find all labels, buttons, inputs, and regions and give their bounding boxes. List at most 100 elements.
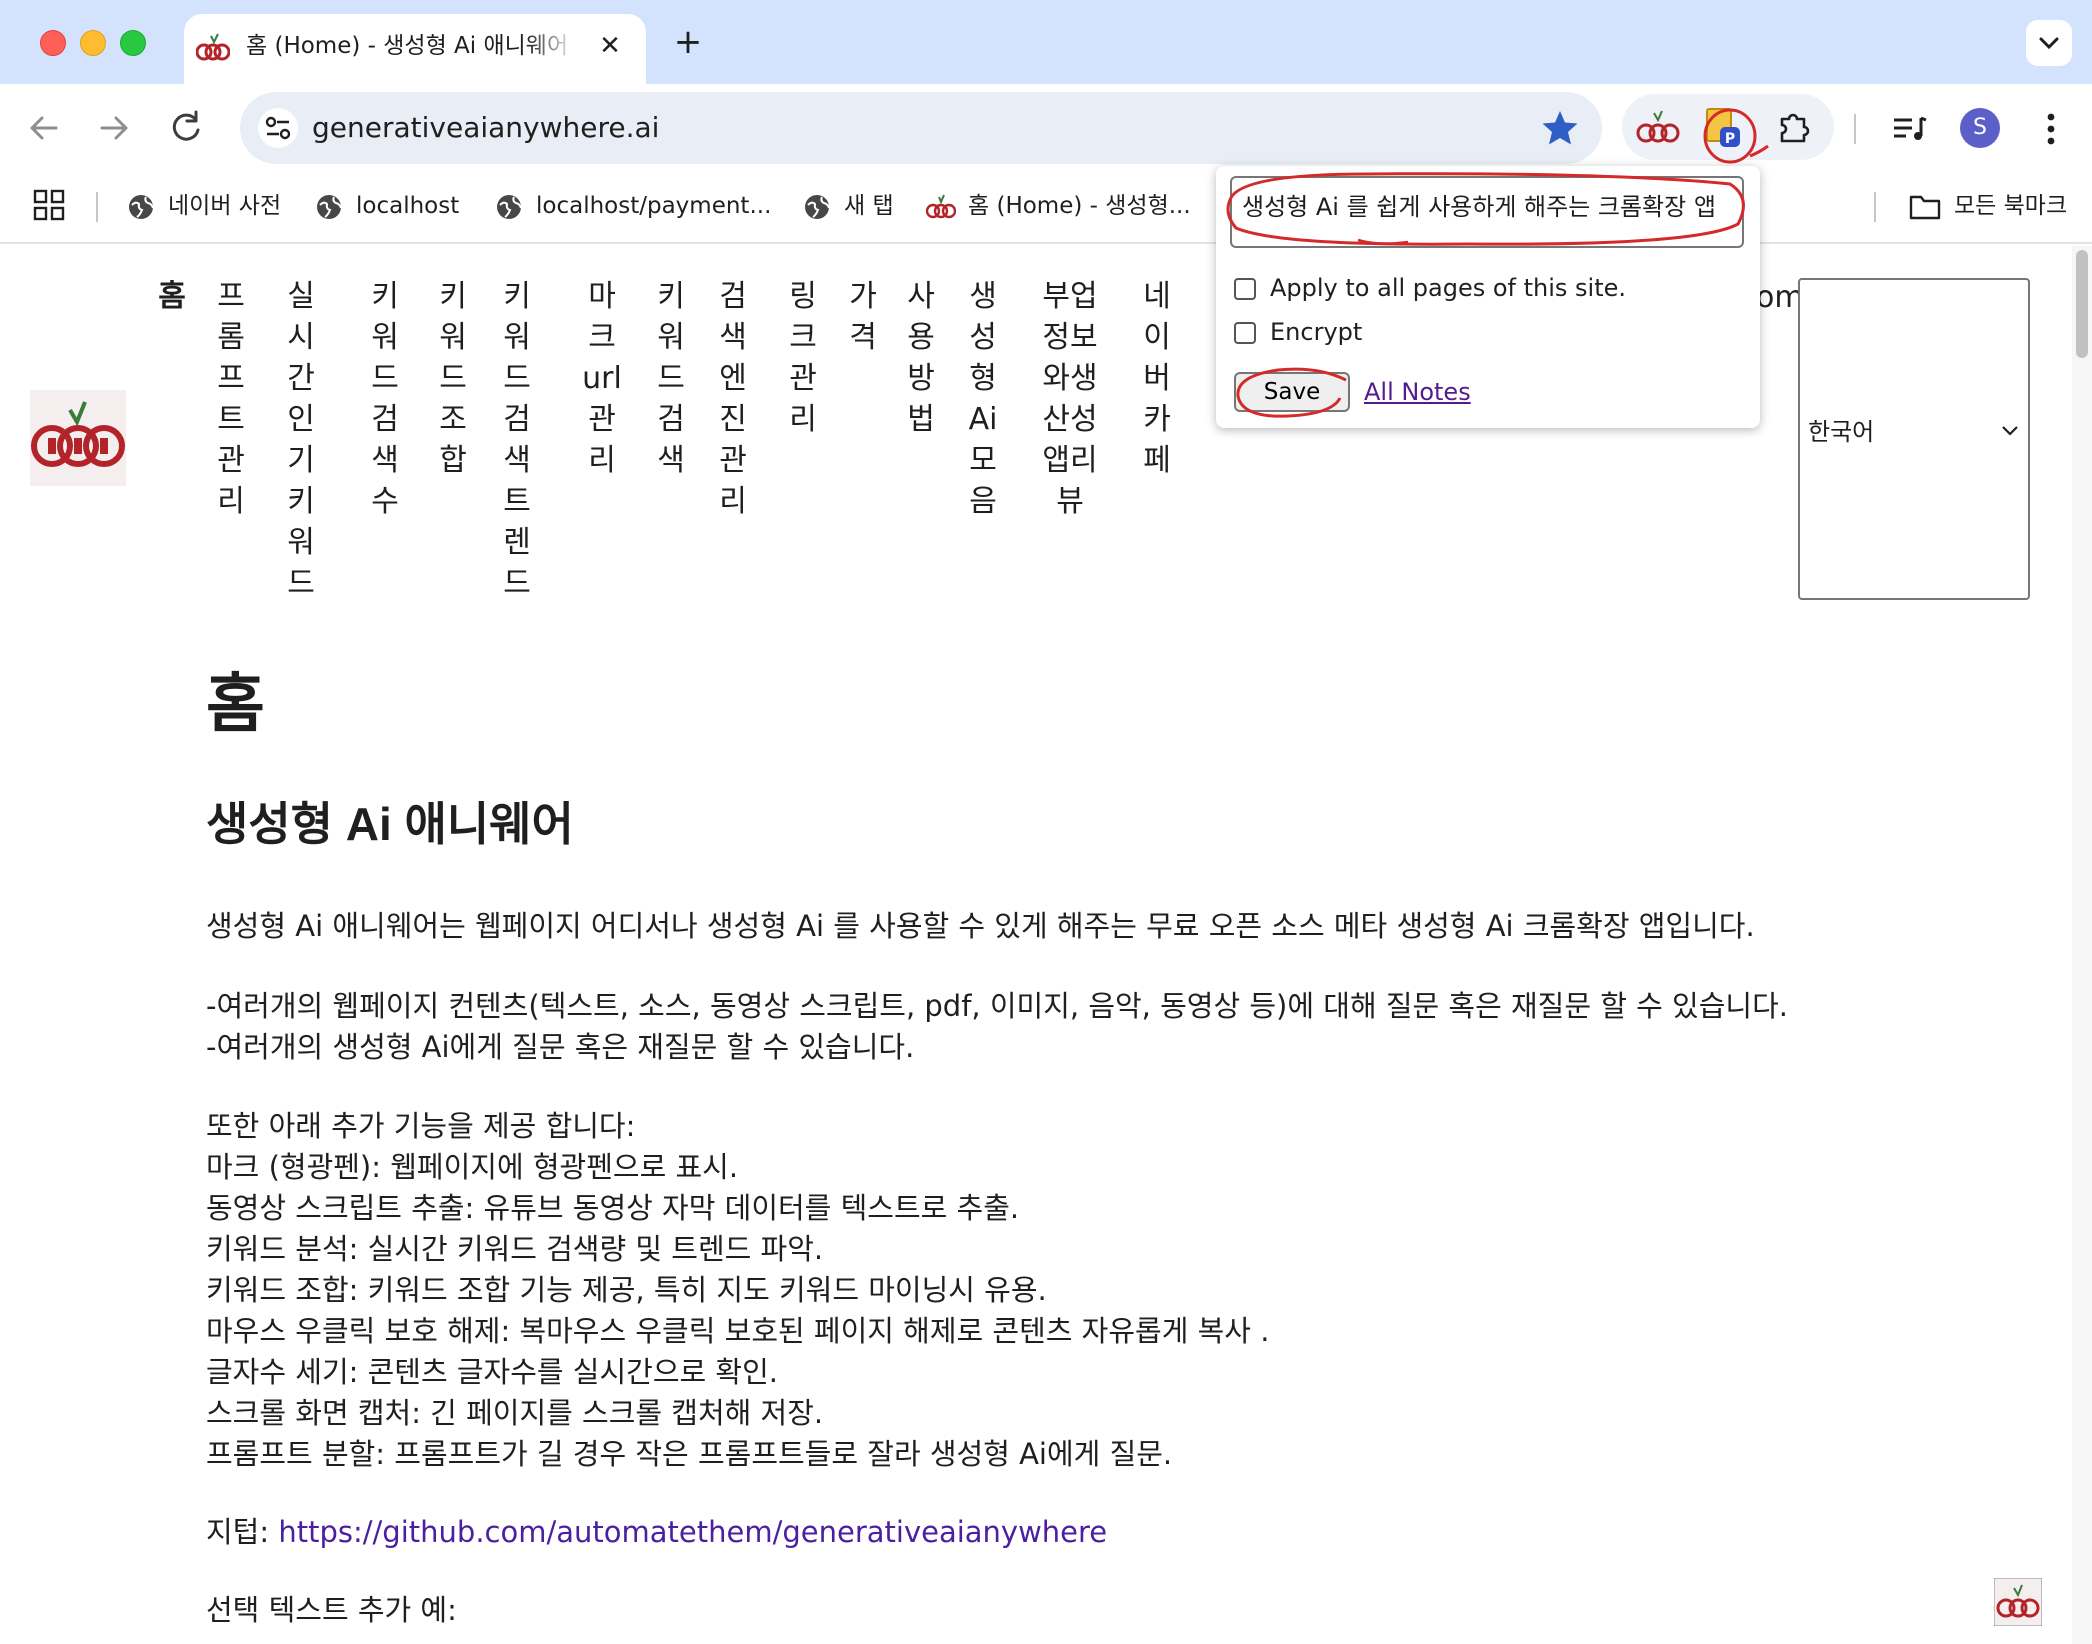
globe-icon (497, 194, 522, 219)
globe-icon (129, 194, 154, 219)
page-subtitle: 생성형 Ai 애니웨어 (206, 798, 574, 850)
profile-avatar[interactable]: S (1960, 108, 2000, 148)
note-input-value: 생성형 Ai 를 쉽게 사용하게 해주는 크롬확장 앱 (1242, 193, 1716, 221)
apply-all-checkbox[interactable] (1234, 278, 1256, 300)
nav-item-link-management[interactable]: 링크관리 (786, 276, 820, 440)
bookmark-item[interactable]: localhost (314, 186, 459, 226)
apply-all-label: Apply to all pages of this site. (1270, 274, 1627, 302)
save-button[interactable]: Save (1234, 372, 1350, 412)
close-icon[interactable]: ✕ (592, 28, 628, 64)
feature-item: 동영상 스크립트 추출: 유튜브 동영상 자막 데이터를 텍스트로 추출. (206, 1191, 1020, 1225)
new-tab-button[interactable]: + (668, 22, 708, 62)
page-content: 홈 프롬프트관리 실시간인기키워드 키워드검색수 키워드조합 키워드검색트렌드 … (0, 244, 2092, 1644)
nav-item-mark-url[interactable]: 마크url관리 (582, 276, 622, 481)
bullet-text: -여러개의 웹페이지 컨텐츠(텍스트, 소스, 동영상 스크립트, pdf, 이… (206, 989, 1788, 1023)
media-queue-icon[interactable] (1886, 106, 1932, 152)
puzzle-icon[interactable] (1772, 105, 1816, 149)
site-settings-icon[interactable] (258, 108, 298, 148)
bookmark-label: 홈 (Home) - 생성형... (968, 193, 1191, 219)
nav-item-naver-cafe[interactable]: 네이버카페 (1140, 276, 1174, 481)
nav-item-generative-ai-collection[interactable]: 생성형Ai모음 (966, 276, 1000, 522)
nav-item-side-job-reviews[interactable]: 부업정보와생산성앱리뷰 (1036, 276, 1104, 522)
tab-home[interactable]: 홈 (Home) - 생성형 Ai 애니웨어 ( ✕ (184, 14, 646, 86)
address-bar[interactable]: generativeaianywhere.ai (240, 92, 1602, 164)
all-notes-link[interactable]: All Notes (1364, 376, 1471, 408)
nav-item-keyword-search-count[interactable]: 키워드검색수 (368, 276, 402, 522)
forward-icon[interactable] (90, 104, 138, 152)
language-value: 한국어 (1808, 418, 1875, 446)
kebab-menu-icon[interactable] (2030, 106, 2072, 152)
globe-icon (805, 194, 830, 219)
scrollbar-thumb[interactable] (2076, 250, 2088, 358)
encrypt-label: Encrypt (1270, 318, 1363, 346)
minimize-window-button[interactable] (80, 30, 106, 56)
nav-item-home[interactable]: 홈 (152, 276, 192, 317)
feature-item: 마우스 우클릭 보호 해제: 복마우스 우클릭 보호된 페이지 해제로 콘텐츠 … (206, 1314, 1270, 1348)
nav-item-prompt-management[interactable]: 프롬프트관리 (214, 276, 248, 522)
svg-text:P: P (1725, 131, 1735, 147)
site-favicon-icon (926, 194, 956, 218)
bookmark-star-icon[interactable] (1538, 106, 1582, 150)
github-label: 지텁: (206, 1515, 279, 1549)
bookmarks-separator (96, 192, 98, 222)
bookmark-item[interactable]: 홈 (Home) - 생성형... (926, 186, 1191, 226)
feature-item: 글자수 세기: 콘텐츠 글자수를 실시간으로 확인. (206, 1355, 779, 1389)
feature-item: 키워드 조합: 키워드 조합 기능 제공, 특히 지도 키워드 마이닝시 유용. (206, 1273, 1047, 1307)
profile-initial: S (1973, 115, 1987, 140)
nav-item-keyword-trend[interactable]: 키워드검색트렌드 (500, 276, 534, 604)
site-favicon-icon (196, 33, 230, 61)
site-logo[interactable] (30, 390, 126, 486)
select-text-label: 선택 텍스트 추가 예: (206, 1593, 457, 1627)
feature-item: 프롬프트 분할: 프롬프트가 길 경우 작은 프롬프트들로 잘라 생성형 Ai에… (206, 1437, 1173, 1471)
encrypt-checkbox[interactable] (1234, 322, 1256, 344)
nav-item-keyword-search[interactable]: 키워드검색 (654, 276, 688, 481)
feature-item: 스크롤 화면 캡처: 긴 페이지를 스크롤 캡처해 저장. (206, 1396, 824, 1430)
nav-item-realtime-keywords[interactable]: 실시간인기키워드 (284, 276, 318, 604)
maximize-window-button[interactable] (120, 30, 146, 56)
tab-strip: 홈 (Home) - 생성형 Ai 애니웨어 ( ✕ + (0, 0, 2092, 86)
folder-icon (1909, 195, 1941, 219)
bookmark-label: localhost/payment... (536, 193, 772, 219)
page-scrollbar[interactable] (2072, 246, 2092, 1644)
bookmark-label: 새 탭 (844, 193, 894, 219)
toolbar-separator (1854, 114, 1856, 144)
notes-extension-icon[interactable]: P (1700, 105, 1744, 149)
nav-item-how-to-use[interactable]: 사용방법 (904, 276, 938, 440)
github-line: 지텁: https://github.com/automatethem/gene… (206, 1512, 1107, 1553)
browser-toolbar: generativeaianywhere.ai P S (0, 84, 2092, 172)
nav-item-search-engine[interactable]: 검색엔진관리 (716, 276, 750, 522)
github-link[interactable]: https://github.com/automatethem/generati… (278, 1515, 1107, 1549)
bookmarks-separator (1874, 192, 1876, 222)
bullet-text: -여러개의 생성형 Ai에게 질문 혹은 재질문 할 수 있습니다. (206, 1030, 915, 1064)
tab-title: 홈 (Home) - 생성형 Ai 애니웨어 ( (246, 33, 576, 59)
extensions-area: P (1622, 94, 1834, 160)
features-intro: 또한 아래 추가 기능을 제공 합니다: (206, 1109, 636, 1143)
all-bookmarks-button[interactable]: 모든 북마크 (1908, 186, 2067, 226)
language-select[interactable]: 한국어 (1798, 278, 2030, 600)
chevron-down-icon[interactable] (2026, 20, 2072, 66)
feature-item: 키워드 분석: 실시간 키워드 검색량 및 트렌드 파악. (206, 1232, 824, 1266)
nav-item-pricing[interactable]: 가격 (846, 276, 880, 358)
bookmark-item[interactable]: 새 탭 (802, 186, 894, 226)
url-text: generativeaianywhere.ai (312, 111, 660, 144)
floating-extension-icon[interactable] (1994, 1578, 2042, 1626)
reload-icon[interactable] (162, 104, 210, 152)
apply-all-option[interactable]: Apply to all pages of this site. (1234, 272, 1626, 304)
apps-grid-icon[interactable] (32, 188, 66, 222)
notes-popup: 생성형 Ai 를 쉽게 사용하게 해주는 크롬확장 앱 Apply to all… (1216, 166, 1760, 428)
close-window-button[interactable] (40, 30, 66, 56)
bookmark-label: 네이버 사전 (168, 193, 282, 219)
note-input[interactable]: 생성형 Ai 를 쉽게 사용하게 해주는 크롬확장 앱 (1230, 176, 1744, 248)
intro-text: 생성형 Ai 애니웨어는 웹페이지 어디서나 생성형 Ai 를 사용할 수 있게… (206, 909, 1755, 943)
nav-item-keyword-combination[interactable]: 키워드조합 (436, 276, 470, 481)
encrypt-option[interactable]: Encrypt (1234, 316, 1362, 348)
nav-item-partial[interactable]: om (1756, 280, 1804, 316)
bookmark-item[interactable]: 네이버 사전 (126, 186, 281, 226)
back-icon[interactable] (20, 104, 68, 152)
globe-icon (317, 194, 342, 219)
generativeai-extension-icon[interactable] (1636, 105, 1680, 149)
feature-item: 마크 (형광펜): 웹페이지에 형광펜으로 표시. (206, 1150, 739, 1184)
bookmark-item[interactable]: localhost/payment... (494, 186, 771, 226)
chevron-down-icon (2002, 426, 2018, 436)
page-title: 홈 (206, 668, 265, 740)
